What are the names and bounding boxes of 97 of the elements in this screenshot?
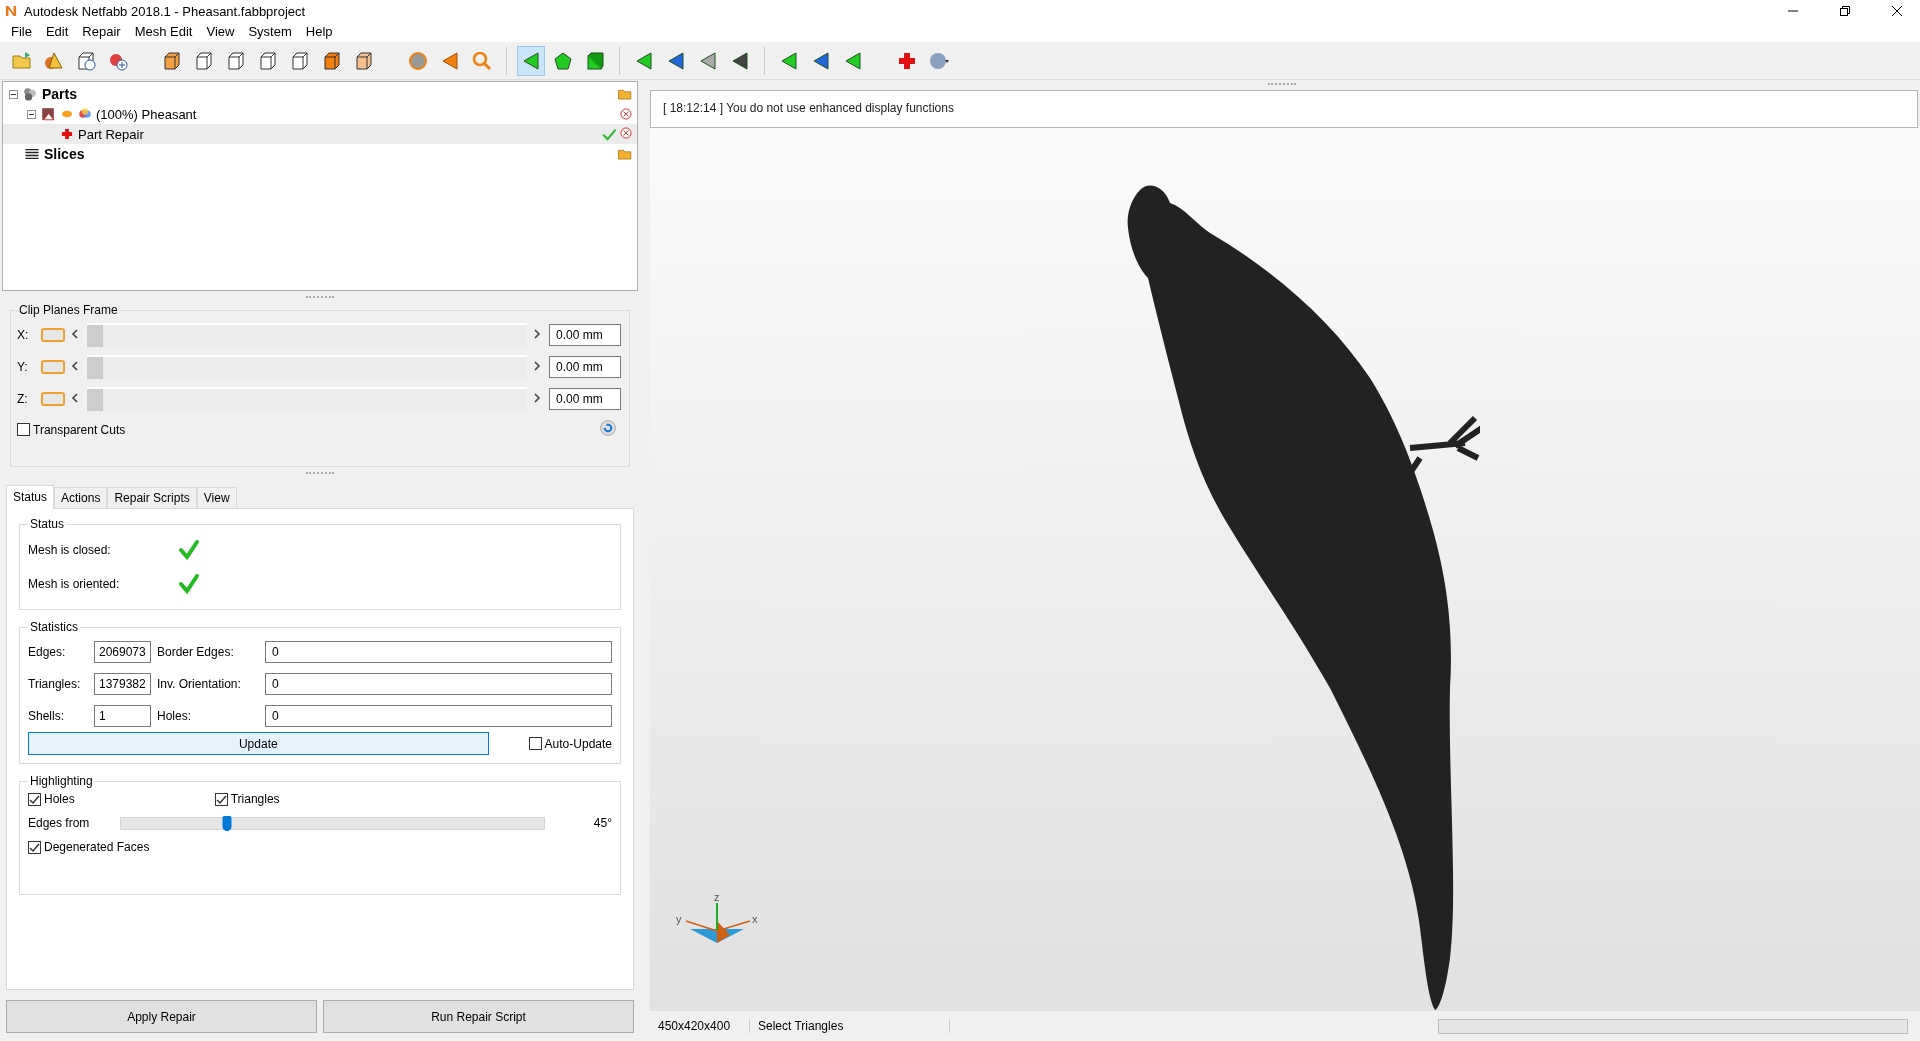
stat-label: Edges: <box>28 645 67 659</box>
checkmark-icon <box>601 126 617 142</box>
slider-thumb[interactable] <box>87 357 103 379</box>
stat-value-field[interactable]: 0 <box>265 705 612 727</box>
group-title: Statistics <box>29 620 79 634</box>
restore-icon <box>1840 6 1850 16</box>
slider-reading: 45° <box>593 816 612 830</box>
auto-update-checkbox[interactable]: Auto-Update <box>528 736 612 751</box>
app-logo-icon <box>4 4 18 18</box>
slices-icon <box>24 146 40 162</box>
plus-cross-icon <box>60 127 74 141</box>
tree-item[interactable]: Part Repair <box>3 124 637 144</box>
stat-label: Triangles: <box>28 677 82 691</box>
status-label: Mesh is oriented: <box>28 577 121 591</box>
tree-item[interactable]: Slices <box>3 144 637 164</box>
stat-value-field[interactable]: 0 <box>265 641 612 663</box>
cube-icon <box>321 49 343 72</box>
toolbar-button[interactable] <box>517 45 545 76</box>
repair-button[interactable]: Run Repair Script <box>323 1000 634 1033</box>
axis-label: Y: <box>17 360 29 374</box>
cube-icon <box>257 49 279 72</box>
remove-icon <box>619 126 633 140</box>
axis-gizmo-drawing: z y x <box>672 891 762 951</box>
slider-thumb[interactable] <box>222 815 232 831</box>
parts-icon <box>22 86 38 102</box>
window-title: Autodesk Netfabb 2018.1 - Pheasant.fabbproject <box>24 3 307 19</box>
menu-item[interactable]: Edit <box>38 22 76 42</box>
tab[interactable]: View <box>196 487 237 509</box>
checkmark-icon <box>29 841 40 853</box>
tree-item[interactable]: (100%) Pheasant <box>3 104 637 124</box>
slider-thumb[interactable] <box>87 389 103 411</box>
menu-item[interactable]: Repair <box>75 22 128 42</box>
stat-value-field[interactable]: 2069073 <box>94 641 151 663</box>
group-title: Status <box>29 517 66 531</box>
clip-value-field[interactable]: 0.00 mm <box>549 388 621 410</box>
holes-checkbox[interactable]: Holes <box>28 792 75 806</box>
stat-label: Border Edges: <box>157 645 235 659</box>
edges-slider[interactable] <box>120 816 545 830</box>
remove-icon <box>619 107 633 121</box>
stat-value-field[interactable]: 0 <box>265 673 612 695</box>
mesh-icon <box>40 106 56 122</box>
checkmark-icon <box>178 572 200 596</box>
stat-label: Holes: <box>157 709 192 723</box>
status-label: Mesh is closed: <box>28 543 112 557</box>
triangles-checkbox[interactable]: Triangles <box>214 792 280 806</box>
cube-icon <box>289 49 311 72</box>
checkmark-icon <box>215 793 227 805</box>
checkmark-icon <box>178 538 200 562</box>
menu-item[interactable]: System <box>241 22 299 42</box>
menu-item[interactable]: View <box>199 22 242 42</box>
close-icon <box>1892 6 1902 16</box>
cube-icon <box>193 49 215 72</box>
zoom-icon <box>471 49 493 72</box>
menu-item[interactable]: File <box>4 22 39 42</box>
checkmark-icon <box>29 793 40 805</box>
cube-icon <box>225 49 247 72</box>
group-title: Clip Planes Frame <box>18 303 119 317</box>
part-info-icon <box>75 49 97 72</box>
cube-icon <box>584 49 606 72</box>
stat-value-field[interactable]: 1 <box>94 705 151 727</box>
cube-icon <box>353 49 375 72</box>
slider-thumb[interactable] <box>87 325 103 347</box>
clip-toggle-button[interactable] <box>41 392 65 406</box>
update-button[interactable]: Update <box>28 732 489 755</box>
axis-label: X: <box>17 328 30 342</box>
degenerated-faces-checkbox[interactable]: Degenerated Faces <box>28 840 612 854</box>
tab[interactable]: Status <box>6 485 55 509</box>
clip-slider[interactable] <box>87 387 527 411</box>
clip-slider[interactable] <box>87 355 527 379</box>
tab[interactable]: Actions <box>54 487 108 509</box>
cube-icon <box>161 49 183 72</box>
stat-label: Inv. Orientation: <box>157 677 242 691</box>
status-mode: Select Triangles <box>750 1019 950 1033</box>
status-dimensions: 450x420x400 <box>650 1019 750 1033</box>
stat-value-field[interactable]: 1379382 <box>94 673 151 695</box>
clip-value-field[interactable]: 0.00 mm <box>549 324 621 346</box>
reset-icon <box>599 419 617 437</box>
log-message: [ 18:12:14 ] You do not use enhanced display functions <box>663 101 955 115</box>
collapse-toggle[interactable] <box>27 109 36 119</box>
slider-label: Edges from <box>28 816 90 830</box>
group-title: Highlighting <box>29 774 94 788</box>
transparent-cuts-checkbox[interactable]: Transparent Cuts <box>17 422 126 437</box>
color-wheel-icon <box>78 107 92 121</box>
tree-item[interactable]: Parts <box>3 84 637 104</box>
menu-item[interactable]: Mesh Edit <box>127 22 200 42</box>
axis-label: Z: <box>17 392 29 406</box>
sphere-icon <box>407 49 429 72</box>
tab[interactable]: Repair Scripts <box>107 487 197 509</box>
repair-button[interactable]: Apply Repair <box>6 1000 317 1033</box>
clip-toggle-button[interactable] <box>41 360 65 374</box>
clip-toggle-button[interactable] <box>41 328 65 342</box>
clip-value-field[interactable]: 0.00 mm <box>549 356 621 378</box>
menu-item[interactable]: Help <box>298 22 340 42</box>
stat-label: Shells: <box>28 709 66 723</box>
folder-icon <box>11 49 33 72</box>
collapse-toggle[interactable] <box>9 89 18 99</box>
clip-slider[interactable] <box>87 323 527 347</box>
